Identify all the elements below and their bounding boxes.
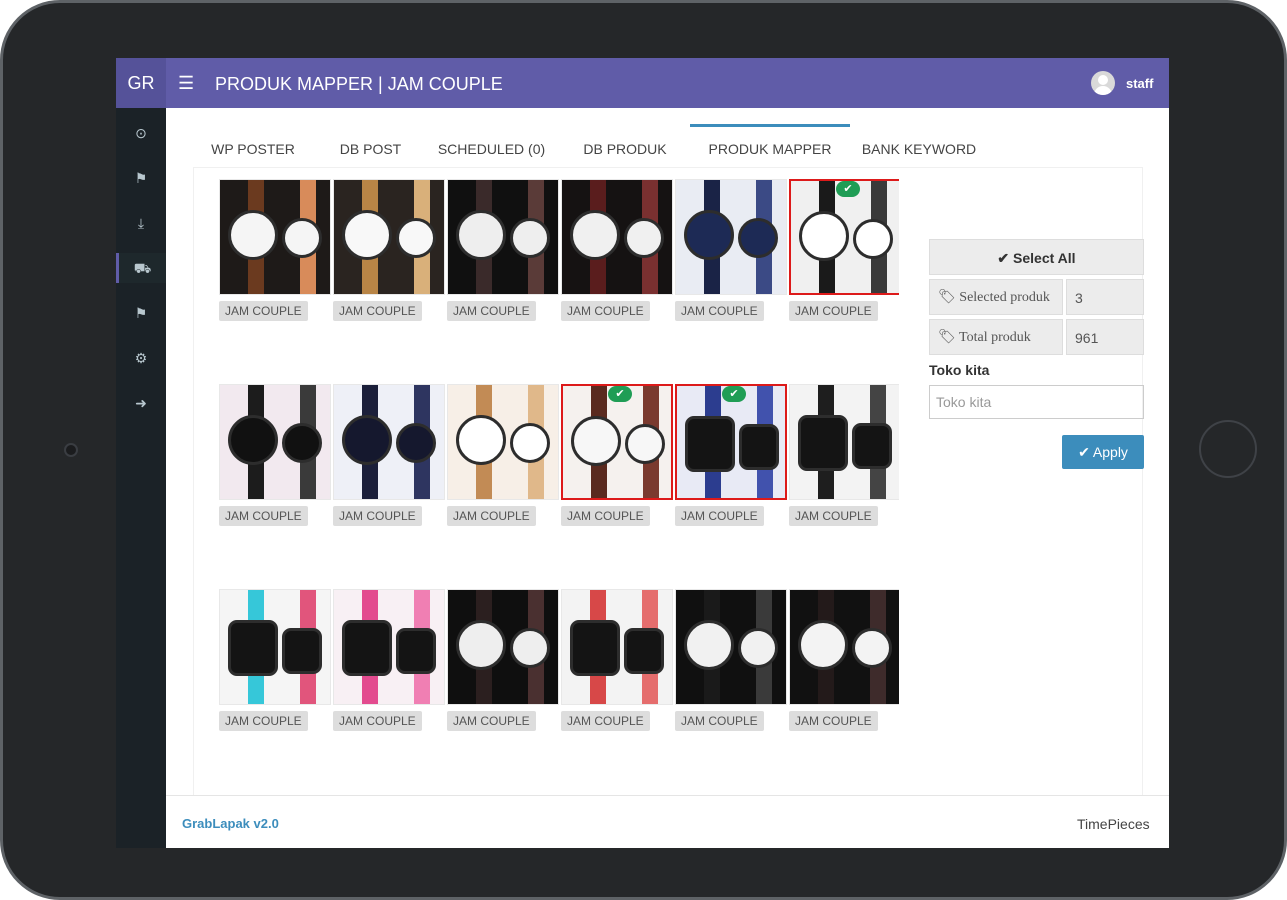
product-tag: JAM COUPLE [675, 506, 764, 526]
tab-db-post[interactable]: DB POST [328, 124, 413, 168]
product-image[interactable] [675, 179, 787, 295]
tag-icon: 🏷︎ [938, 330, 956, 345]
product-image[interactable] [561, 179, 673, 295]
tab-bar: WP POSTER DB POST SCHEDULED (0) DB PRODUK PR… [193, 124, 1143, 168]
tab-db-produk[interactable]: DB PRODUK [575, 124, 675, 168]
tag-icon: 🏷︎ [938, 290, 956, 305]
top-navbar: GR ☰ PRODUK MAPPER | JAM COUPLE staff [116, 58, 1169, 108]
tab-wp-poster[interactable]: WP POSTER [193, 124, 313, 168]
product-image[interactable] [219, 384, 331, 500]
apply-button[interactable]: ✔ Apply [1062, 435, 1144, 469]
user-avatar-icon[interactable] [1091, 71, 1115, 95]
product-image[interactable] [447, 384, 559, 500]
selected-produk-value: 3 [1066, 279, 1144, 315]
total-produk-label: 🏷︎ Total produk [929, 319, 1063, 355]
home-button [1199, 420, 1257, 478]
selected-produk-label: 🏷︎ Selected produk [929, 279, 1063, 315]
product-image[interactable] [789, 589, 899, 705]
product-image[interactable]: ✔ [675, 384, 787, 500]
product-image[interactable] [219, 179, 331, 295]
main-content: WP POSTER DB POST SCHEDULED (0) DB PRODUK PR… [166, 108, 1169, 800]
total-produk-value: 961 [1066, 319, 1144, 355]
product-tag: JAM COUPLE [219, 301, 308, 321]
product-tag: JAM COUPLE [675, 301, 764, 321]
product-image[interactable]: ✔ [561, 384, 673, 500]
product-image[interactable] [333, 589, 445, 705]
page-title: PRODUK MAPPER | JAM COUPLE [215, 74, 503, 94]
dashboard-icon[interactable]: ⊙ [116, 118, 166, 148]
product-tag: JAM COUPLE [447, 301, 536, 321]
product-tag: JAM COUPLE [333, 711, 422, 731]
settings-icon[interactable]: ⚙ [116, 343, 166, 373]
tab-produk-mapper[interactable]: PRODUK MAPPER [690, 124, 850, 168]
product-tag: JAM COUPLE [675, 711, 764, 731]
product-tag: JAM COUPLE [561, 506, 650, 526]
product-tag: JAM COUPLE [789, 301, 878, 321]
selected-produk-text: Selected produk [959, 290, 1050, 305]
total-produk-text: Total produk [959, 330, 1031, 345]
product-tag: JAM COUPLE [789, 711, 878, 731]
tab-panel: JAM COUPLE JAM COUPLE JAM COUPLE JAM COUPLE… [193, 168, 1144, 800]
product-image[interactable] [447, 589, 559, 705]
menu-toggle-icon[interactable]: ☰ [178, 73, 194, 93]
app-logo[interactable]: GR [116, 58, 166, 108]
product-tag: JAM COUPLE [561, 301, 650, 321]
product-image[interactable] [561, 589, 673, 705]
download-icon[interactable]: ⤓ [116, 208, 166, 238]
checkmark-icon: ✔ [722, 386, 746, 402]
product-tag: JAM COUPLE [333, 506, 422, 526]
product-tag: JAM COUPLE [219, 506, 308, 526]
checkmark-icon: ✔ [836, 181, 860, 197]
logout-icon[interactable]: ➜ [116, 388, 166, 418]
product-image[interactable] [219, 589, 331, 705]
user-icon[interactable]: ⚑ [116, 163, 166, 193]
app-screen: GR ☰ PRODUK MAPPER | JAM COUPLE staff ⊙ ⚑… [116, 58, 1169, 848]
footer-store-name: TimePieces [1077, 816, 1150, 832]
product-image[interactable] [333, 179, 445, 295]
cart-icon[interactable]: ⛟ [116, 253, 166, 283]
product-tag: JAM COUPLE [219, 711, 308, 731]
store-input[interactable]: Toko kita [929, 385, 1144, 419]
product-image[interactable]: ✔ [789, 179, 899, 295]
sidebar: ⊙ ⚑ ⤓ ⛟ ⚑ ⚙ ➜ [116, 108, 166, 848]
store-field-label: Toko kita [929, 362, 990, 378]
product-image[interactable] [447, 179, 559, 295]
product-grid: JAM COUPLE JAM COUPLE JAM COUPLE JAM COUPLE… [219, 179, 899, 756]
select-all-button[interactable]: ✔ Select All [929, 239, 1144, 275]
product-tag: JAM COUPLE [447, 506, 536, 526]
tab-bank-keyword[interactable]: BANK KEYWORD [851, 124, 987, 168]
product-tag: JAM COUPLE [333, 301, 422, 321]
checkmark-icon: ✔ [608, 386, 632, 402]
product-image[interactable] [789, 384, 899, 500]
product-tag: JAM COUPLE [447, 711, 536, 731]
product-tag: JAM COUPLE [789, 506, 878, 526]
user-icon[interactable]: ⚑ [116, 298, 166, 328]
product-tag: JAM COUPLE [561, 711, 650, 731]
camera-icon [64, 443, 78, 457]
footer-brand-link[interactable]: GrabLapak v2.0 [182, 816, 279, 831]
product-image[interactable] [333, 384, 445, 500]
product-image[interactable] [675, 589, 787, 705]
footer: GrabLapak v2.0 TimePieces [166, 795, 1169, 848]
tab-scheduled-0[interactable]: SCHEDULED (0) [423, 124, 560, 168]
user-name[interactable]: staff [1126, 76, 1153, 91]
